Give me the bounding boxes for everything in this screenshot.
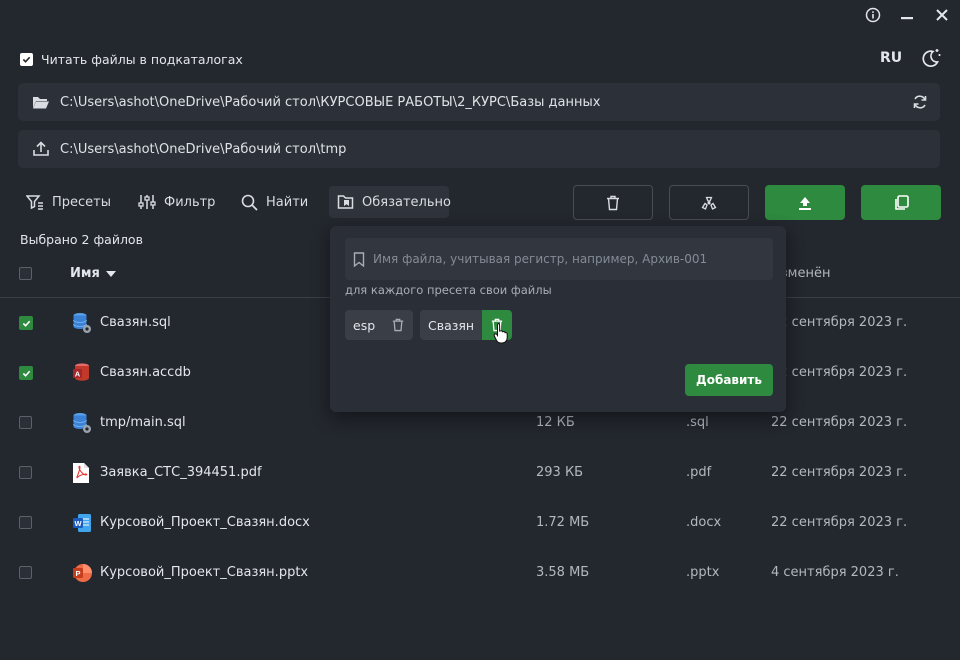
file-modified-date: 22 сентября 2023 г. — [771, 465, 908, 480]
row-checkbox[interactable] — [19, 416, 32, 429]
svg-text:P: P — [75, 569, 80, 578]
upload-arrow-icon — [797, 195, 813, 211]
refresh-icon[interactable] — [912, 94, 928, 110]
row-checkbox[interactable] — [19, 366, 33, 380]
sliders-icon — [138, 194, 156, 210]
destination-path-bar[interactable]: C:\Users\ashot\OneDrive\Рабочий стол\tmp — [18, 130, 940, 168]
presets-button[interactable]: Пресеты — [18, 186, 119, 218]
info-icon[interactable] — [864, 6, 882, 24]
trash-icon — [606, 195, 620, 211]
svg-text:A: A — [75, 370, 81, 379]
row-checkbox[interactable] — [19, 516, 32, 529]
copy-icon — [893, 194, 909, 211]
subdirs-option[interactable]: Читать файлы в подкаталогах — [20, 52, 243, 67]
folder-open-icon — [32, 94, 50, 110]
file-modified-date: 22 сентября 2023 г. — [771, 315, 908, 330]
copy-button[interactable] — [861, 185, 941, 220]
sort-desc-icon — [105, 270, 116, 277]
sql-file-icon — [72, 312, 92, 334]
upload-icon — [32, 141, 50, 157]
required-folder-icon — [337, 194, 354, 210]
word-file-icon: W — [72, 512, 92, 534]
export-button[interactable] — [765, 185, 845, 220]
theme-toggle-icon[interactable] — [920, 47, 942, 73]
hazard-button[interactable] — [669, 185, 749, 220]
file-name: Свазян.sql — [100, 315, 171, 330]
find-label: Найти — [266, 194, 309, 210]
subdirs-checkbox[interactable] — [20, 53, 33, 66]
file-size: 1.72 МБ — [536, 515, 590, 530]
radiation-icon — [700, 195, 718, 211]
minimize-icon[interactable] — [898, 6, 916, 24]
file-modified-date: 22 сентября 2023 г. — [771, 515, 908, 530]
row-checkbox[interactable] — [19, 466, 32, 479]
chip-label: esp — [353, 317, 376, 333]
hand-cursor-icon — [493, 322, 509, 348]
name-column-header[interactable]: Имя — [70, 266, 116, 281]
pdf-file-icon — [72, 462, 90, 484]
file-modified-date: 22 сентября 2023 г. — [771, 415, 908, 430]
required-hint: для каждого пресета свои файлы — [345, 283, 552, 297]
required-label: Обязательно — [362, 194, 451, 210]
file-modified-date: 22 сентября 2023 г. — [771, 365, 908, 380]
search-icon — [241, 194, 258, 211]
required-filename-field[interactable] — [345, 238, 773, 280]
file-size: 12 КБ — [536, 415, 575, 430]
row-checkbox[interactable] — [19, 316, 33, 330]
table-row[interactable]: Заявка_СТС_394451.pdf 293 КБ .pdf 22 сентяб… — [0, 448, 960, 498]
bookmark-icon — [353, 251, 365, 267]
language-switch[interactable]: RU — [880, 50, 902, 66]
file-name: Курсовой_Проект_Свазян.pptx — [100, 565, 309, 580]
source-path: C:\Users\ashot\OneDrive\Рабочий стол\КУР… — [60, 94, 601, 110]
find-button[interactable]: Найти — [233, 186, 316, 218]
sql-file-icon — [72, 412, 92, 434]
filter-label: Фильтр — [164, 194, 216, 210]
file-extension: .pdf — [686, 465, 712, 480]
row-checkbox[interactable] — [19, 566, 32, 579]
access-file-icon: A — [72, 362, 92, 384]
file-extension: .sql — [686, 415, 709, 430]
delete-button[interactable] — [573, 185, 653, 220]
subdirs-label: Читать файлы в подкаталогах — [41, 52, 243, 67]
table-row[interactable]: W Курсовой_Проект_Свазян.docx 1.72 МБ .docx… — [0, 498, 960, 548]
powerpoint-file-icon: P — [72, 562, 92, 584]
close-icon[interactable] — [933, 6, 951, 24]
svg-text:W: W — [74, 519, 82, 528]
destination-path: C:\Users\ashot\OneDrive\Рабочий стол\tmp — [60, 141, 347, 157]
name-header-label: Имя — [70, 266, 100, 281]
chip-delete-button[interactable] — [383, 310, 413, 340]
file-name: Курсовой_Проект_Свазян.docx — [100, 515, 310, 530]
required-files-panel: для каждого пресета свои файлы esp Свазя… — [330, 226, 786, 412]
trash-icon — [392, 318, 404, 332]
required-filename-input[interactable] — [373, 252, 753, 266]
file-extension: .pptx — [686, 565, 720, 580]
file-size: 3.58 МБ — [536, 565, 590, 580]
presets-label: Пресеты — [52, 194, 112, 210]
select-all-checkbox[interactable] — [19, 267, 32, 280]
filter-button[interactable]: Фильтр — [130, 186, 223, 218]
presets-filter-icon — [26, 194, 44, 210]
file-extension: .docx — [686, 515, 722, 530]
file-name: Свазян.accdb — [100, 365, 191, 380]
file-name: tmp/main.sql — [100, 415, 186, 430]
chip-label: Свазян — [428, 317, 475, 333]
file-size: 293 КБ — [536, 465, 584, 480]
table-row[interactable]: P Курсовой_Проект_Свазян.pptx 3.58 МБ .pptx… — [0, 548, 960, 598]
required-chip-esp: esp — [345, 310, 414, 340]
add-required-button[interactable]: Добавить — [685, 364, 773, 396]
file-name: Заявка_СТС_394451.pdf — [100, 465, 262, 480]
file-modified-date: 4 сентября 2023 г. — [771, 565, 899, 580]
source-path-bar[interactable]: C:\Users\ashot\OneDrive\Рабочий стол\КУР… — [18, 83, 940, 121]
selection-count: Выбрано 2 файлов — [20, 232, 143, 247]
required-button[interactable]: Обязательно — [329, 186, 451, 218]
